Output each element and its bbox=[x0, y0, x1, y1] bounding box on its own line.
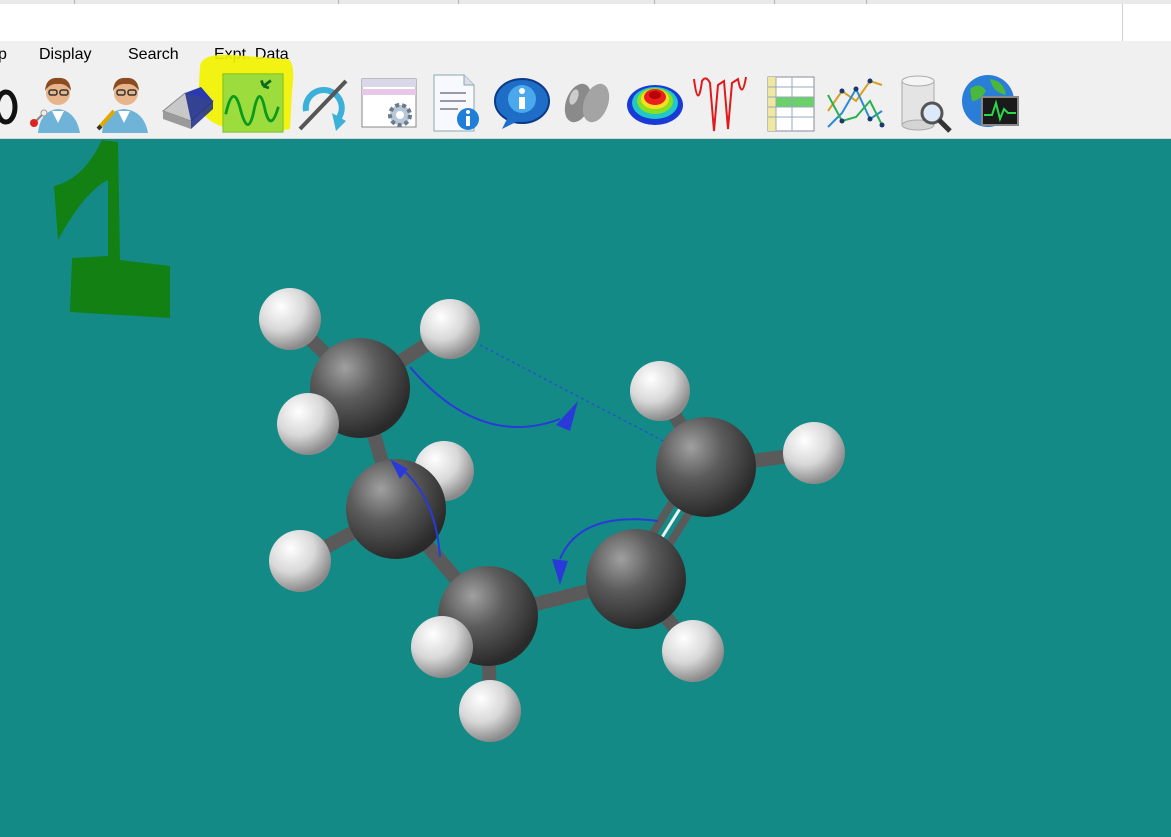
line-graph-tool[interactable] bbox=[824, 71, 886, 135]
menu-item-partial[interactable]: p bbox=[0, 46, 7, 64]
vibration-wave-icon bbox=[222, 73, 284, 133]
person-molecule-icon bbox=[30, 77, 80, 133]
settings-window-icon bbox=[361, 78, 417, 128]
database-search-icon bbox=[901, 75, 952, 133]
builder-person-tool[interactable] bbox=[24, 71, 86, 135]
hydrogen-atom[interactable] bbox=[259, 288, 321, 350]
rotate-tool[interactable] bbox=[292, 71, 354, 135]
spectrum-icon bbox=[693, 76, 747, 132]
settings-window-tool[interactable] bbox=[358, 71, 420, 135]
molecule-3d-view[interactable] bbox=[0, 139, 1171, 837]
globe-monitor-icon bbox=[962, 75, 1019, 127]
editor-person-tool[interactable] bbox=[90, 71, 152, 135]
eraser-icon bbox=[161, 87, 215, 129]
vibration-tool[interactable] bbox=[222, 71, 288, 135]
document-info-tool[interactable] bbox=[424, 71, 486, 135]
carbon-atom[interactable] bbox=[656, 417, 756, 517]
carbon-atom[interactable] bbox=[586, 529, 686, 629]
table-tool[interactable] bbox=[758, 71, 820, 135]
carbon-atom[interactable] bbox=[346, 459, 446, 559]
person-edit-icon bbox=[96, 77, 148, 133]
menu-bar: p Display Search Expt. Data bbox=[0, 41, 1171, 69]
spectrum-tool[interactable] bbox=[690, 71, 752, 135]
database-search-tool[interactable] bbox=[894, 71, 956, 135]
hydrogen-atom[interactable] bbox=[277, 393, 339, 455]
toolbar bbox=[0, 54, 1171, 139]
menu-item-display[interactable]: Display bbox=[39, 46, 91, 64]
eraser-tool[interactable] bbox=[155, 71, 217, 135]
line-graph-icon bbox=[827, 78, 885, 128]
table-icon bbox=[767, 76, 815, 132]
hydrogen-atom[interactable] bbox=[630, 361, 690, 421]
globe-monitor-tool[interactable] bbox=[960, 71, 1022, 135]
title-bar bbox=[0, 4, 1171, 41]
surface-map-icon bbox=[627, 85, 683, 125]
hydrogen-atom[interactable] bbox=[420, 299, 480, 359]
rotate-refresh-icon bbox=[298, 79, 348, 131]
hydrogen-atom[interactable] bbox=[783, 422, 845, 484]
hydrogen-atom[interactable] bbox=[459, 680, 521, 742]
surface-map-tool[interactable] bbox=[624, 71, 686, 135]
orbital-tool[interactable] bbox=[556, 71, 618, 135]
info-bubble-tool[interactable] bbox=[490, 71, 552, 135]
molecule-viewer[interactable] bbox=[0, 139, 1171, 837]
hydrogen-atom[interactable] bbox=[662, 620, 724, 682]
hydrogen-atom[interactable] bbox=[411, 616, 473, 678]
document-info-icon bbox=[433, 74, 479, 132]
hydrogen-atom[interactable] bbox=[269, 530, 331, 592]
info-bubble-icon bbox=[494, 78, 550, 129]
menu-item-search[interactable]: Search bbox=[128, 46, 179, 64]
orbital-icon bbox=[564, 83, 610, 123]
